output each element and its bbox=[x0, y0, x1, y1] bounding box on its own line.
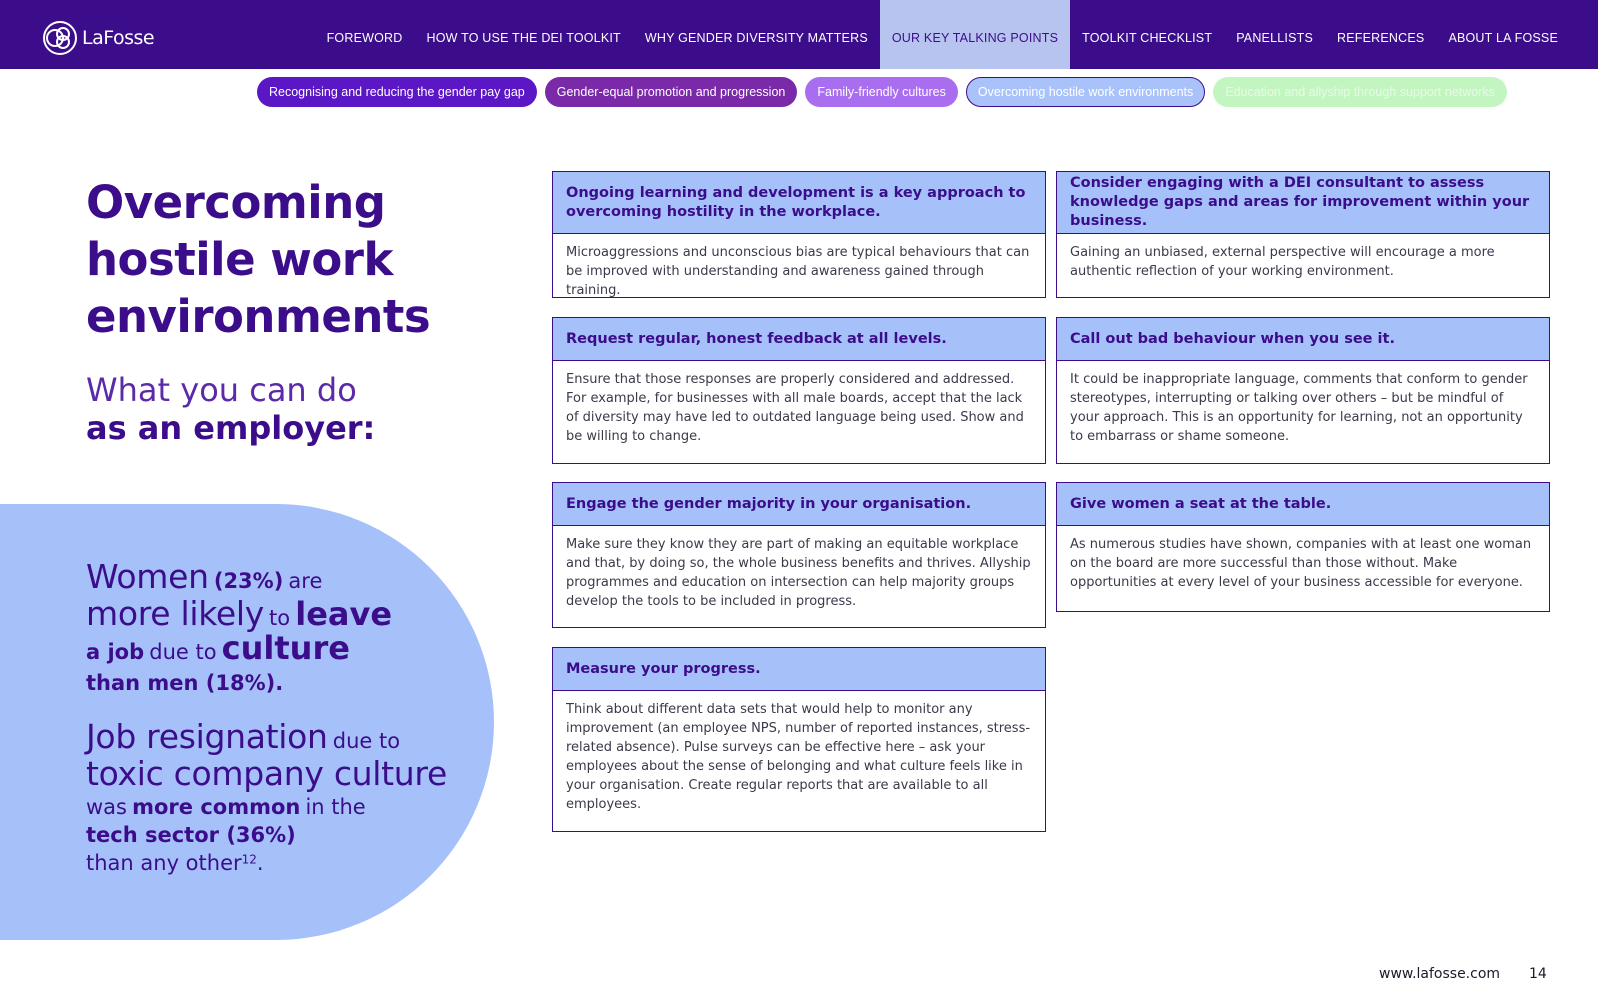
card-heading: Request regular, honest feedback at all … bbox=[553, 318, 1045, 361]
card-heading: Give women a seat at the table. bbox=[1057, 483, 1549, 526]
page-title: Overcoming hostile work environments bbox=[86, 174, 431, 345]
nav-toolkit-checklist[interactable]: TOOLKIT CHECKLIST bbox=[1070, 0, 1224, 69]
title-line: hostile work bbox=[86, 233, 393, 286]
top-nav-bar: LaFosse FOREWORD HOW TO USE THE DEI TOOL… bbox=[0, 0, 1598, 69]
logo-icon bbox=[42, 20, 78, 56]
card-heading: Call out bad behaviour when you see it. bbox=[1057, 318, 1549, 361]
nav-panellists[interactable]: PANELLISTS bbox=[1224, 0, 1325, 69]
card-engage-majority: Engage the gender majority in your organ… bbox=[552, 482, 1046, 628]
card-call-out-behaviour: Call out bad behaviour when you see it. … bbox=[1056, 317, 1550, 464]
stat-text: was bbox=[86, 795, 127, 819]
stat-women-leave: Women (23%) are more likely to leave a j… bbox=[86, 557, 392, 695]
stat-emphasis: culture bbox=[221, 629, 350, 667]
stat-text: Women bbox=[86, 557, 209, 596]
stat-text: more common bbox=[132, 795, 301, 819]
card-body: Microaggressions and unconscious bias ar… bbox=[566, 245, 1030, 298]
card-body: As numerous studies have shown, companie… bbox=[1070, 537, 1532, 590]
subtitle-light: What you can do bbox=[86, 371, 357, 409]
pill-family-friendly[interactable]: Family-friendly cultures bbox=[805, 77, 958, 107]
card-dei-consultant: Consider engaging with a DEI consultant … bbox=[1056, 171, 1550, 298]
title-line: environments bbox=[86, 290, 431, 343]
pill-gender-pay-gap[interactable]: Recognising and reducing the gender pay … bbox=[257, 77, 537, 107]
stat-text: are bbox=[288, 569, 323, 593]
stat-text: due to bbox=[332, 729, 401, 753]
stat-text: to bbox=[269, 606, 291, 630]
stat-text: due to bbox=[149, 640, 217, 664]
nav-foreword[interactable]: FOREWORD bbox=[315, 0, 415, 69]
page-subtitle: What you can do as an employer: bbox=[86, 371, 375, 447]
card-heading: Engage the gender majority in your organ… bbox=[553, 483, 1045, 526]
card-learning-development: Ongoing learning and development is a ke… bbox=[552, 171, 1046, 298]
card-heading: Measure your progress. bbox=[553, 648, 1045, 691]
nav-references[interactable]: REFERENCES bbox=[1325, 0, 1436, 69]
card-request-feedback: Request regular, honest feedback at all … bbox=[552, 317, 1046, 464]
card-measure-progress: Measure your progress. Think about diffe… bbox=[552, 647, 1046, 832]
nav-why-gender-diversity[interactable]: WHY GENDER DIVERSITY MATTERS bbox=[633, 0, 880, 69]
nav-how-to-use[interactable]: HOW TO USE THE DEI TOOLKIT bbox=[415, 0, 633, 69]
footnote-ref: 12 bbox=[241, 852, 257, 867]
card-body: It could be inappropriate language, comm… bbox=[1070, 372, 1528, 444]
stat-text: than men (18%). bbox=[86, 671, 284, 695]
logo-wordmark: LaFosse bbox=[82, 27, 155, 49]
card-body: Ensure that those responses are properly… bbox=[566, 372, 1024, 444]
stat-text: in the bbox=[305, 795, 366, 819]
logo[interactable]: LaFosse bbox=[42, 20, 155, 56]
stat-percent: (23%) bbox=[213, 569, 284, 593]
stat-tech-resignation: Job resignation due to toxic company cul… bbox=[86, 717, 447, 875]
stat-text: tech sector (36%) bbox=[86, 823, 296, 847]
nav-key-talking-points[interactable]: OUR KEY TALKING POINTS bbox=[879, 0, 1071, 69]
pill-promotion-progression[interactable]: Gender-equal promotion and progression bbox=[544, 77, 798, 107]
title-line: Overcoming bbox=[86, 176, 386, 229]
stat-text: than any other bbox=[86, 851, 242, 875]
pill-hostile-work-environments[interactable]: Overcoming hostile work environments bbox=[965, 77, 1206, 107]
pill-education-allyship[interactable]: Education and allyship through support n… bbox=[1213, 77, 1507, 107]
card-body: Make sure they know they are part of mak… bbox=[566, 537, 1031, 609]
subtitle-bold: as an employer: bbox=[86, 409, 376, 447]
main-nav: FOREWORD HOW TO USE THE DEI TOOLKIT WHY … bbox=[315, 0, 1598, 69]
stat-text: . bbox=[256, 851, 264, 875]
card-heading: Consider engaging with a DEI consultant … bbox=[1057, 172, 1549, 234]
card-seat-at-table: Give women a seat at the table. As numer… bbox=[1056, 482, 1550, 612]
card-heading: Ongoing learning and development is a ke… bbox=[553, 172, 1045, 234]
stat-emphasis: leave bbox=[295, 595, 393, 633]
stat-text: toxic company culture bbox=[86, 754, 447, 793]
footer-url[interactable]: www.lafosse.com bbox=[1379, 966, 1500, 982]
topic-pills: Recognising and reducing the gender pay … bbox=[257, 77, 1507, 107]
card-body: Gaining an unbiased, external perspectiv… bbox=[1070, 245, 1495, 279]
stat-text: more likely bbox=[86, 594, 264, 633]
stat-text: Job resignation bbox=[86, 717, 328, 756]
card-body: Think about different data sets that wou… bbox=[566, 702, 1031, 812]
stat-text: a job bbox=[86, 640, 145, 664]
nav-about[interactable]: ABOUT LA FOSSE bbox=[1436, 0, 1598, 69]
page-number: 14 bbox=[1529, 966, 1547, 982]
